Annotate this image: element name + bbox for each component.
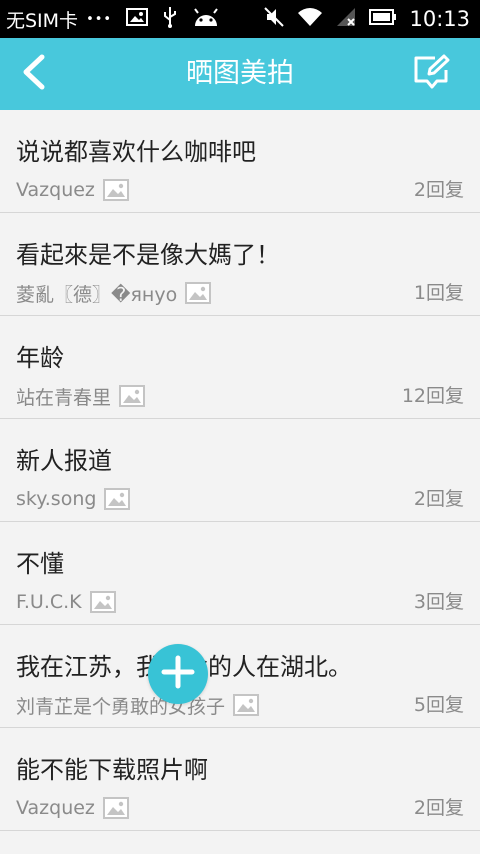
- compose-icon: [413, 54, 451, 94]
- mute-icon: [263, 6, 285, 33]
- reply-count: 1回复: [413, 282, 464, 304]
- plus-icon: [161, 655, 195, 693]
- image-icon: [102, 797, 129, 819]
- image-icon: [185, 282, 212, 304]
- signal-icon: [335, 7, 357, 32]
- post-meta: sky.song: [16, 485, 131, 513]
- post-meta: F.U.C.K: [16, 588, 116, 616]
- chevron-left-icon: [20, 54, 48, 94]
- reply-count: 2回复: [413, 179, 464, 201]
- clock: 10:13: [409, 7, 470, 31]
- compose-button[interactable]: [406, 48, 458, 100]
- back-button[interactable]: [6, 46, 62, 102]
- post-meta: 菱亂〖德〗�януо: [16, 279, 212, 307]
- post-meta: Vazquez: [16, 176, 129, 204]
- post-title: 能不能下载照片啊: [16, 756, 208, 784]
- list-item[interactable]: 能不能下载照片啊 Vazquez 2回复: [0, 728, 480, 831]
- post-title: 说说都喜欢什么咖啡吧: [16, 138, 256, 166]
- image-icon: [104, 488, 131, 510]
- list-item[interactable]: 说说都喜欢什么咖啡吧 Vazquez 2回复: [0, 110, 480, 213]
- reply-count: 5回复: [413, 694, 464, 716]
- post-author: Vazquez: [16, 179, 95, 201]
- reply-count: 3回复: [413, 591, 464, 613]
- post-meta: 刘青芷是个勇敢的女孩子: [16, 691, 260, 719]
- reply-count: 2回复: [413, 488, 464, 510]
- android-icon: [192, 7, 220, 32]
- post-title: 看起來是不是像大媽了！: [16, 241, 280, 269]
- list-item[interactable]: 我在江苏，我想念的人在湖北。 刘青芷是个勇敢的女孩子 5回复: [0, 625, 480, 728]
- app-bar: 晒图美拍: [0, 38, 480, 110]
- post-author: F.U.C.K: [16, 591, 82, 613]
- post-meta: Vazquez: [16, 794, 129, 822]
- list-item[interactable]: 年龄 站在青春里 12回复: [0, 316, 480, 419]
- gallery-notification-icon: [126, 7, 149, 31]
- add-post-button[interactable]: [148, 644, 208, 704]
- more-notifications-dots: •••: [86, 11, 113, 27]
- post-author: Vazquez: [16, 797, 95, 819]
- wifi-icon: [297, 7, 323, 32]
- reply-count: 12回复: [401, 385, 464, 407]
- post-author: 站在青春里: [16, 386, 112, 409]
- image-icon: [102, 179, 129, 201]
- status-left: 无SIM卡 •••: [6, 0, 234, 38]
- post-meta: 站在青春里: [16, 382, 146, 410]
- usb-icon: [162, 6, 178, 33]
- post-author: 菱亂〖德〗�януо: [16, 283, 178, 306]
- status-bar: 无SIM卡 ••• 10:13: [0, 0, 480, 38]
- image-icon: [119, 385, 146, 407]
- reply-count: 2回复: [413, 797, 464, 819]
- post-title: 不懂: [16, 550, 64, 578]
- battery-icon: [369, 7, 397, 31]
- list-item[interactable]: 看起來是不是像大媽了！ 菱亂〖德〗�януо 1回复: [0, 213, 480, 316]
- list-item[interactable]: 不懂 F.U.C.K 3回复: [0, 522, 480, 625]
- image-icon: [89, 591, 116, 613]
- carrier-label: 无SIM卡: [6, 9, 79, 32]
- post-title: 年龄: [16, 344, 64, 372]
- status-right: 10:13: [263, 0, 470, 38]
- post-author: sky.song: [16, 488, 97, 510]
- list-item[interactable]: 新人报道 sky.song 2回复: [0, 419, 480, 522]
- post-title: 新人报道: [16, 447, 112, 475]
- image-icon: [233, 694, 260, 716]
- post-list: 说说都喜欢什么咖啡吧 Vazquez 2回复 看起來是不是像大媽了！ 菱亂〖德〗…: [0, 110, 480, 831]
